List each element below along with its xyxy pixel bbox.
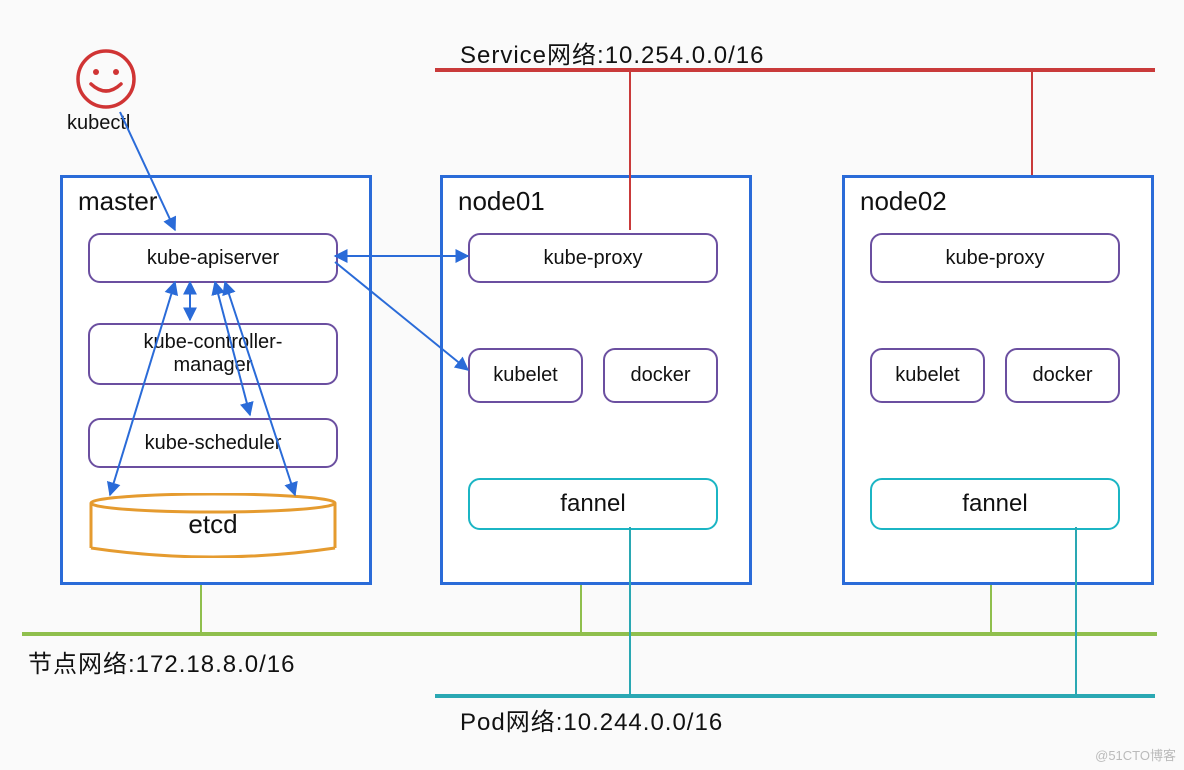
component-docker: docker	[603, 348, 718, 403]
component-kubelet: kubelet	[870, 348, 985, 403]
connector-node02-fannel-to-pod-net	[1075, 527, 1077, 694]
pod-network-label: Pod网络:10.244.0.0/16	[460, 702, 723, 737]
component-kube-controller-manager: kube-controller-manager	[88, 323, 338, 385]
component-kube-proxy: kube-proxy	[870, 233, 1120, 283]
component-kube-scheduler: kube-scheduler	[88, 418, 338, 468]
connector-node01-to-node-net	[580, 585, 582, 632]
connector-node02-to-service-net	[1031, 72, 1033, 175]
component-docker: docker	[1005, 348, 1120, 403]
cluster-master: master kube-apiserver kube-controller-ma…	[60, 175, 372, 585]
component-kube-apiserver: kube-apiserver	[88, 233, 338, 283]
cluster-node01-title: node01	[458, 186, 545, 217]
component-kubelet: kubelet	[468, 348, 583, 403]
smiley-icon	[75, 48, 137, 110]
component-fannel: fannel	[870, 478, 1120, 530]
connector-master-to-node-net	[200, 585, 202, 632]
kubectl-label: kubectl	[67, 112, 130, 135]
node-network-label: 节点网络:172.18.8.0/16	[28, 644, 295, 679]
watermark: @51CTO博客	[1095, 745, 1176, 764]
connector-node02-to-node-net	[990, 585, 992, 632]
connector-node01-fannel-to-pod-net	[629, 527, 631, 694]
cluster-node02: node02 kube-proxy kubelet docker fannel	[842, 175, 1154, 585]
service-network-label: Service网络:10.254.0.0/16	[460, 35, 765, 70]
component-etcd: etcd	[88, 493, 338, 558]
component-fannel: fannel	[468, 478, 718, 530]
cluster-node02-title: node02	[860, 186, 947, 217]
pod-network-bar	[435, 694, 1155, 698]
etcd-label: etcd	[88, 509, 338, 540]
connector-node01-kproxy-to-service-net	[629, 72, 631, 230]
node-network-bar	[22, 632, 1157, 636]
component-kube-proxy: kube-proxy	[468, 233, 718, 283]
cluster-node01: node01 kube-proxy kubelet docker fannel	[440, 175, 752, 585]
cluster-master-title: master	[78, 186, 157, 217]
diagram-stage: Service网络:10.254.0.0/16 kubectl master k…	[0, 0, 1184, 770]
